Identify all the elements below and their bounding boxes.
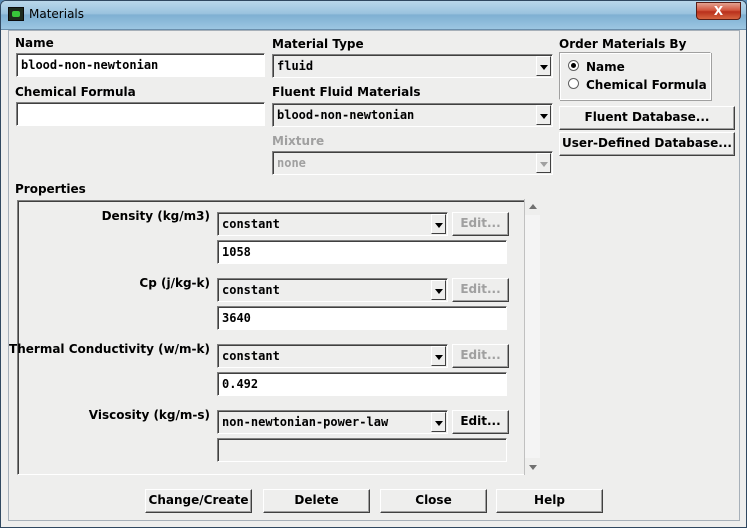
scroll-up-arrow-icon[interactable] bbox=[526, 200, 539, 214]
chemical-formula-input[interactable] bbox=[16, 102, 265, 126]
properties-scrollbar[interactable] bbox=[524, 199, 540, 475]
viscosity-edit-button[interactable]: Edit... bbox=[452, 410, 509, 434]
order-by-name-radio[interactable]: Name bbox=[568, 60, 625, 74]
chevron-down-icon[interactable] bbox=[431, 280, 446, 300]
mixture-value: none bbox=[277, 156, 306, 170]
name-label: Name bbox=[15, 36, 54, 50]
thermal-conductivity-method-value: constant bbox=[222, 349, 280, 363]
mixture-label: Mixture bbox=[272, 134, 325, 148]
user-defined-database-button[interactable]: User-Defined Database... bbox=[559, 132, 735, 156]
properties-label: Properties bbox=[15, 182, 86, 196]
chemical-formula-label: Chemical Formula bbox=[15, 85, 136, 99]
dialog-body: Name blood-non-newtonian Chemical Formul… bbox=[8, 30, 740, 521]
fluent-fluid-materials-value: blood-non-newtonian bbox=[277, 108, 415, 122]
cp-edit-button: Edit... bbox=[452, 278, 509, 302]
scroll-track[interactable] bbox=[525, 215, 540, 458]
order-by-name-label: Name bbox=[586, 60, 625, 74]
viscosity-method-value: non-newtonian-power-law bbox=[222, 415, 389, 429]
name-input[interactable]: blood-non-newtonian bbox=[16, 53, 265, 77]
material-type-label: Material Type bbox=[272, 37, 364, 51]
mixture-dropdown: none bbox=[272, 151, 553, 175]
cp-label: Cp (j/kg-k) bbox=[139, 276, 210, 290]
density-edit-button: Edit... bbox=[452, 212, 509, 236]
thermal-conductivity-edit-button: Edit... bbox=[452, 344, 509, 368]
viscosity-label: Viscosity (kg/m-s) bbox=[88, 408, 210, 422]
window-close-button[interactable]: X bbox=[696, 2, 741, 20]
fluent-database-button[interactable]: Fluent Database... bbox=[559, 106, 735, 130]
material-type-value: fluid bbox=[277, 59, 314, 73]
materials-window: Materials X Name blood-non-newtonian Che… bbox=[0, 0, 747, 528]
cp-value-input[interactable]: 3640 bbox=[217, 306, 507, 330]
density-method-dropdown[interactable]: constant bbox=[217, 212, 448, 236]
help-button[interactable]: Help bbox=[496, 489, 603, 513]
viscosity-method-dropdown[interactable]: non-newtonian-power-law bbox=[217, 410, 448, 434]
fluent-fluid-materials-label: Fluent Fluid Materials bbox=[272, 85, 421, 99]
scroll-down-arrow-icon[interactable] bbox=[526, 460, 539, 474]
delete-button[interactable]: Delete bbox=[263, 489, 370, 513]
density-method-value: constant bbox=[222, 217, 280, 231]
title-bar[interactable]: Materials X bbox=[1, 1, 746, 30]
chevron-down-icon[interactable] bbox=[536, 56, 551, 76]
chevron-down-icon[interactable] bbox=[536, 105, 551, 125]
chevron-down-icon[interactable] bbox=[431, 214, 446, 234]
close-button[interactable]: Close bbox=[380, 489, 487, 513]
thermal-conductivity-method-dropdown[interactable]: constant bbox=[217, 344, 448, 368]
fluent-fluid-materials-dropdown[interactable]: blood-non-newtonian bbox=[272, 103, 553, 127]
chevron-down-icon bbox=[536, 153, 551, 173]
fluent-app-icon bbox=[8, 7, 24, 21]
thermal-conductivity-value-input[interactable]: 0.492 bbox=[217, 372, 507, 396]
order-by-chemical-formula-label: Chemical Formula bbox=[586, 78, 707, 92]
density-value-input[interactable]: 1058 bbox=[217, 240, 507, 264]
material-type-dropdown[interactable]: fluid bbox=[272, 54, 553, 78]
order-by-chemical-formula-radio[interactable]: Chemical Formula bbox=[568, 78, 707, 92]
density-label: Density (kg/m3) bbox=[101, 209, 210, 223]
order-by-label: Order Materials By bbox=[559, 37, 687, 51]
thermal-conductivity-label: Thermal Conductivity (w/m-k) bbox=[9, 342, 210, 356]
viscosity-value-input bbox=[217, 438, 507, 462]
window-title: Materials bbox=[29, 7, 85, 21]
radio-selected-icon[interactable] bbox=[568, 60, 579, 71]
chevron-down-icon[interactable] bbox=[431, 412, 446, 432]
change-create-button[interactable]: Change/Create bbox=[145, 489, 252, 513]
chevron-down-icon[interactable] bbox=[431, 346, 446, 366]
cp-method-dropdown[interactable]: constant bbox=[217, 278, 448, 302]
radio-unselected-icon[interactable] bbox=[568, 78, 579, 89]
cp-method-value: constant bbox=[222, 283, 280, 297]
